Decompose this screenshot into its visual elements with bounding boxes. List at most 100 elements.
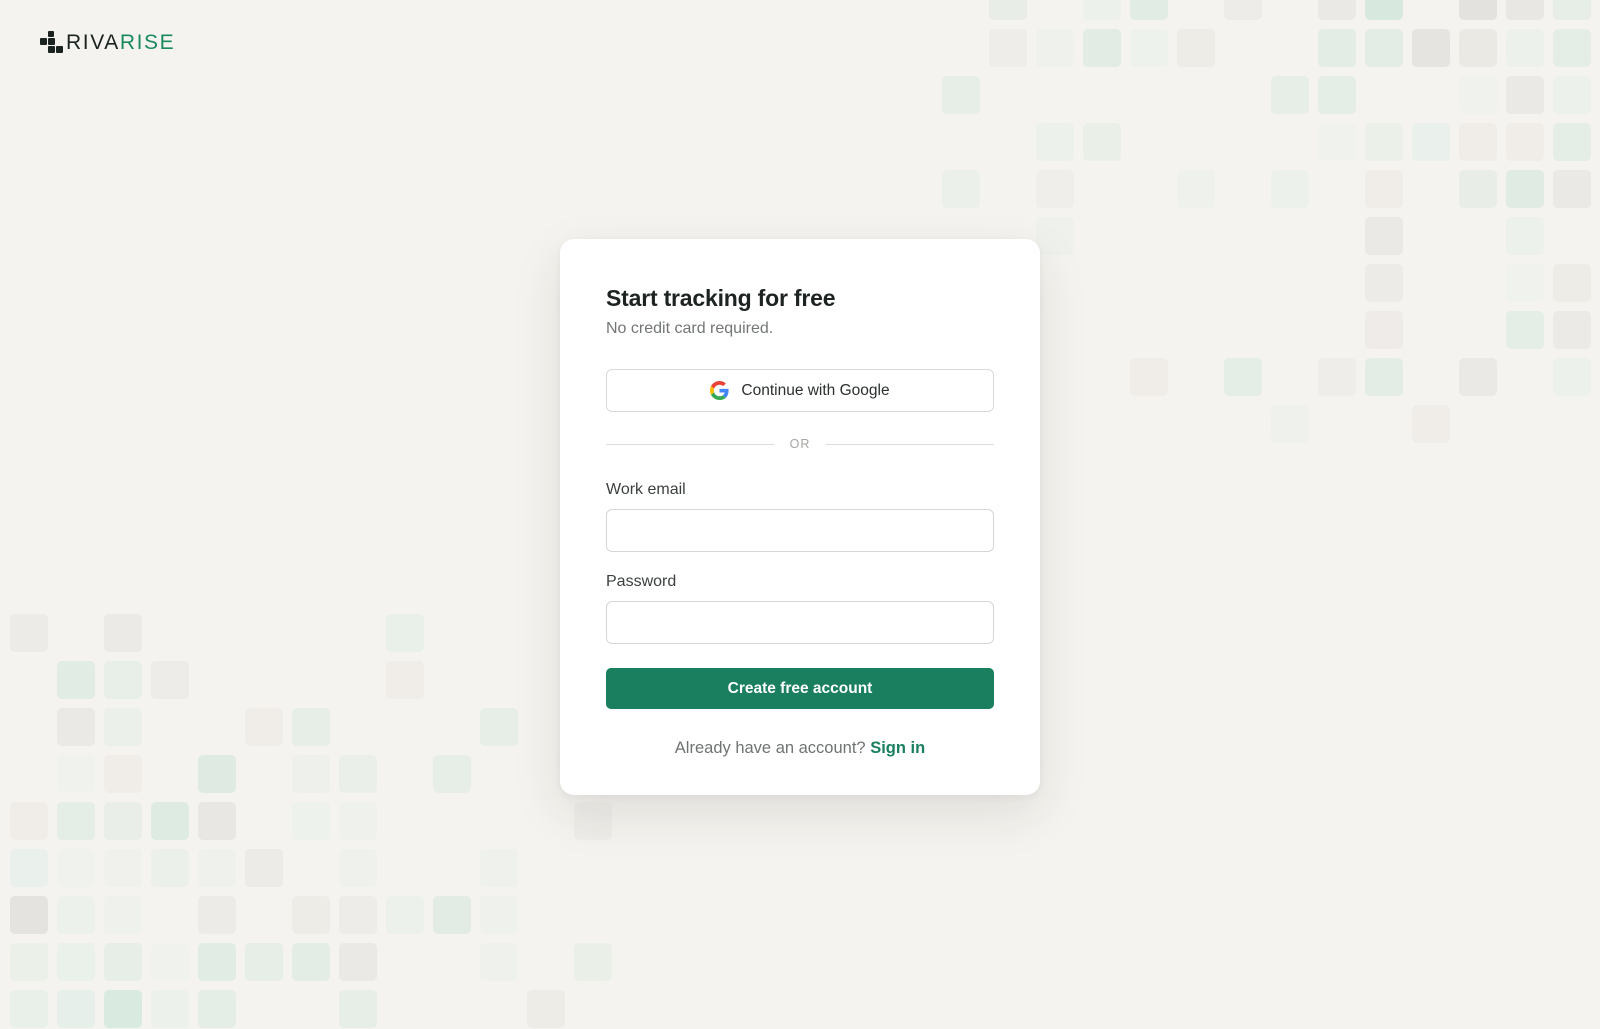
background-tile xyxy=(10,849,48,887)
divider-line-left xyxy=(606,443,774,445)
background-tile xyxy=(198,755,236,793)
background-tile xyxy=(1506,217,1544,255)
background-tile xyxy=(1506,170,1544,208)
background-tile xyxy=(198,943,236,981)
background-tile xyxy=(1506,29,1544,67)
background-tile xyxy=(1083,0,1121,20)
background-tile xyxy=(1506,123,1544,161)
password-label: Password xyxy=(606,573,677,590)
background-tile xyxy=(1365,29,1403,67)
work-email-label: Work email xyxy=(606,481,686,498)
background-tile xyxy=(57,943,95,981)
background-tile xyxy=(1412,29,1450,67)
background-tile xyxy=(1083,123,1121,161)
background-tile xyxy=(989,29,1027,67)
background-tile xyxy=(527,990,565,1028)
google-g-icon xyxy=(710,381,729,400)
background-tile xyxy=(104,708,142,746)
background-tile xyxy=(198,990,236,1028)
background-tile xyxy=(292,708,330,746)
background-tile xyxy=(1553,311,1591,349)
background-tile xyxy=(57,802,95,840)
background-tile xyxy=(57,990,95,1028)
background-tile xyxy=(10,943,48,981)
background-tile xyxy=(433,755,471,793)
background-tile xyxy=(1412,405,1450,443)
background-tile xyxy=(386,661,424,699)
background-tile xyxy=(10,896,48,934)
signin-row: Already have an account? Sign in xyxy=(606,739,994,758)
background-tile xyxy=(1459,76,1497,114)
background-tile xyxy=(574,802,612,840)
background-tile xyxy=(1224,0,1262,20)
background-tile xyxy=(1365,123,1403,161)
brand-logo[interactable]: RIVARISE xyxy=(40,30,175,56)
background-tile xyxy=(151,849,189,887)
background-tile xyxy=(1318,76,1356,114)
background-tile xyxy=(1553,29,1591,67)
background-tile xyxy=(57,661,95,699)
background-tile xyxy=(1083,29,1121,67)
background-tile xyxy=(57,849,95,887)
background-tile xyxy=(1506,264,1544,302)
background-tile xyxy=(1177,29,1215,67)
background-tile xyxy=(198,802,236,840)
background-tile xyxy=(386,896,424,934)
background-tile xyxy=(1459,0,1497,20)
background-tile xyxy=(1224,358,1262,396)
background-tile xyxy=(480,943,518,981)
background-tile xyxy=(574,943,612,981)
card-title: Start tracking for free xyxy=(606,285,836,311)
or-divider: OR xyxy=(606,434,994,454)
background-tile xyxy=(245,849,283,887)
background-tile xyxy=(1365,217,1403,255)
sign-in-link[interactable]: Sign in xyxy=(870,739,925,757)
background-tile xyxy=(1365,358,1403,396)
brand-name-accent: RISE xyxy=(119,31,176,54)
background-tile xyxy=(1365,264,1403,302)
background-tile xyxy=(151,990,189,1028)
background-tile xyxy=(57,896,95,934)
signin-prompt: Already have an account? xyxy=(674,739,866,757)
background-tile xyxy=(339,849,377,887)
background-tile xyxy=(942,76,980,114)
background-tile xyxy=(1553,170,1591,208)
brand-name-dark: RIVA xyxy=(66,31,120,54)
background-tile xyxy=(339,802,377,840)
background-tile xyxy=(1036,123,1074,161)
background-tile xyxy=(104,755,142,793)
background-tile xyxy=(198,896,236,934)
background-tile xyxy=(1130,0,1168,20)
background-tile xyxy=(339,990,377,1028)
password-input[interactable] xyxy=(606,601,994,644)
background-tile xyxy=(104,802,142,840)
background-tile xyxy=(1036,170,1074,208)
background-tile xyxy=(1271,76,1309,114)
background-tile xyxy=(1318,29,1356,67)
background-tile xyxy=(104,849,142,887)
divider-label: OR xyxy=(789,437,811,451)
background-tile xyxy=(1506,76,1544,114)
background-tile xyxy=(151,802,189,840)
background-tile xyxy=(339,943,377,981)
background-tile xyxy=(480,896,518,934)
background-tile xyxy=(10,990,48,1028)
background-tile xyxy=(1365,170,1403,208)
create-free-account-button[interactable]: Create free account xyxy=(606,668,994,709)
background-tile xyxy=(1271,170,1309,208)
continue-with-google-button[interactable]: Continue with Google xyxy=(606,369,994,412)
background-tile xyxy=(292,943,330,981)
divider-line-right xyxy=(826,443,994,445)
background-tile xyxy=(480,849,518,887)
background-tile xyxy=(57,708,95,746)
background-tile xyxy=(1553,123,1591,161)
card-subtitle: No credit card required. xyxy=(606,320,774,337)
background-tile xyxy=(1553,358,1591,396)
background-tile xyxy=(104,661,142,699)
work-email-input[interactable] xyxy=(606,509,994,552)
background-tile xyxy=(245,708,283,746)
background-tile xyxy=(1036,217,1074,255)
background-tile xyxy=(1318,0,1356,20)
brand-logo-icon xyxy=(40,31,64,55)
background-tile xyxy=(1365,0,1403,20)
